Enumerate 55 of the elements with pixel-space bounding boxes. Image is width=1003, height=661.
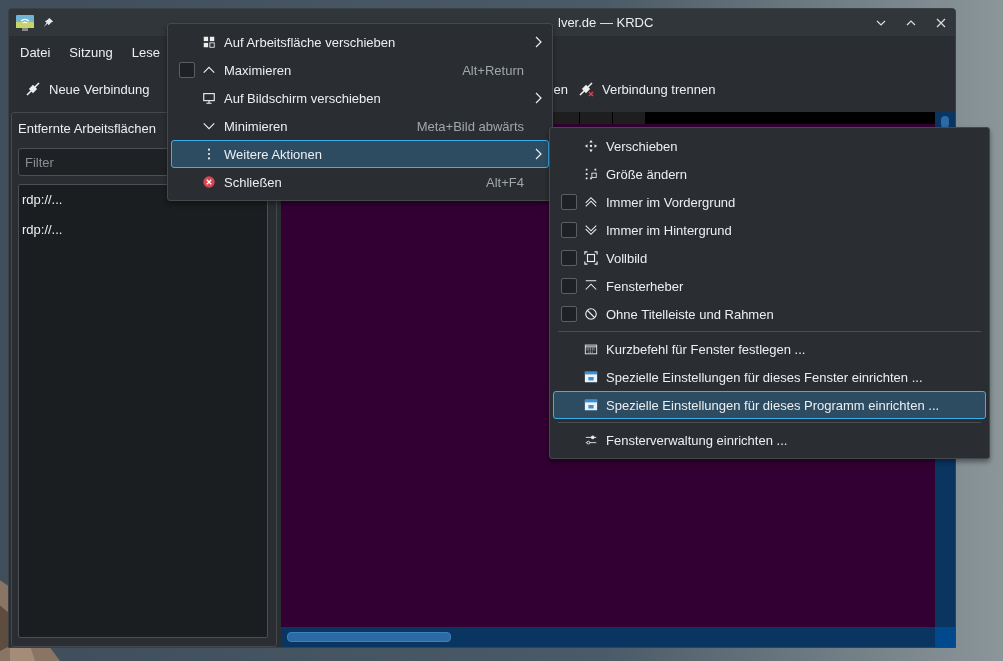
window-settings-icon bbox=[584, 370, 598, 384]
panel-title: Entfernte Arbeitsflächen bbox=[18, 120, 157, 138]
toolbar-button[interactable]: Neue Verbindung bbox=[19, 77, 156, 101]
menu-item[interactable]: Immer im Vordergrund bbox=[553, 188, 986, 216]
toolbar-button[interactable]: Verbindung trennen bbox=[571, 77, 722, 101]
checkbox[interactable] bbox=[179, 62, 195, 78]
list-item[interactable]: rdp://... bbox=[22, 222, 264, 252]
menu-item[interactable]: Immer im Hintergrund bbox=[553, 216, 986, 244]
menu-item[interactable]: Sitzung bbox=[62, 44, 120, 60]
monitor-wifi-icon bbox=[15, 13, 35, 32]
toolbar-button[interactable]: en bbox=[551, 77, 570, 101]
monitor-icon bbox=[202, 91, 216, 105]
pin-icon[interactable] bbox=[43, 17, 54, 28]
plug-icon bbox=[25, 81, 41, 97]
window-title: lver.de — KRDC bbox=[557, 15, 655, 30]
close-button[interactable] bbox=[935, 16, 947, 29]
sliders-icon bbox=[584, 433, 598, 447]
menu-item[interactable]: Lese bbox=[124, 44, 167, 60]
double-chevron-up-icon bbox=[584, 195, 598, 209]
unplug-icon bbox=[577, 81, 594, 97]
checkbox[interactable] bbox=[561, 194, 577, 210]
menu-item[interactable]: Auf Bildschirm verschieben bbox=[171, 84, 549, 112]
menu-item[interactable]: Ohne Titelleiste und Rahmen bbox=[553, 300, 986, 328]
checkbox[interactable] bbox=[561, 222, 577, 238]
checkbox[interactable] bbox=[561, 278, 577, 294]
horizontal-scrollbar[interactable] bbox=[281, 627, 935, 647]
prohibited-icon bbox=[584, 307, 598, 321]
menu-item[interactable]: Fensterverwaltung einrichten ... bbox=[553, 426, 986, 454]
window-settings-icon bbox=[584, 398, 598, 412]
grid-icon bbox=[202, 35, 216, 49]
scrollbar-corner bbox=[935, 627, 955, 647]
resize-icon bbox=[584, 167, 598, 181]
double-chevron-down-icon bbox=[584, 223, 598, 237]
shortcut-label: Alt+F4 bbox=[486, 174, 524, 190]
menu-item[interactable]: Spezielle Einstellungen für dieses Programm einrichten ... bbox=[553, 391, 986, 419]
move-icon bbox=[584, 139, 598, 153]
menu-item[interactable]: Maximieren Alt+Return bbox=[171, 56, 549, 84]
fullscreen-icon bbox=[584, 251, 598, 265]
menu-item[interactable]: Fensterheber bbox=[553, 272, 986, 300]
menu-item[interactable]: Vollbild bbox=[553, 244, 986, 272]
menu-item[interactable]: Spezielle Einstellungen für dieses Fenster einrichten ... bbox=[553, 363, 986, 391]
menu-item[interactable]: Datei bbox=[13, 44, 58, 60]
keyboard-icon bbox=[584, 342, 598, 356]
checkbox[interactable] bbox=[561, 306, 577, 322]
menu-item[interactable]: Auf Arbeitsfläche verschieben bbox=[171, 28, 549, 56]
menu-item[interactable]: Minimieren Meta+Bild abwärts bbox=[171, 112, 549, 140]
menu-item[interactable]: Größe ändern bbox=[553, 160, 986, 188]
checkbox[interactable] bbox=[561, 250, 577, 266]
menu-item[interactable]: Weitere Aktionen bbox=[171, 140, 549, 168]
menu-item[interactable]: Verschieben bbox=[553, 132, 986, 160]
shortcut-label: Alt+Return bbox=[462, 62, 524, 78]
close-icon bbox=[202, 175, 216, 189]
shortcut-label: Meta+Bild abwärts bbox=[416, 118, 524, 134]
raise-icon bbox=[584, 279, 598, 293]
menu-item[interactable]: Kurzbefehl für Fenster festlegen ... bbox=[553, 335, 986, 363]
